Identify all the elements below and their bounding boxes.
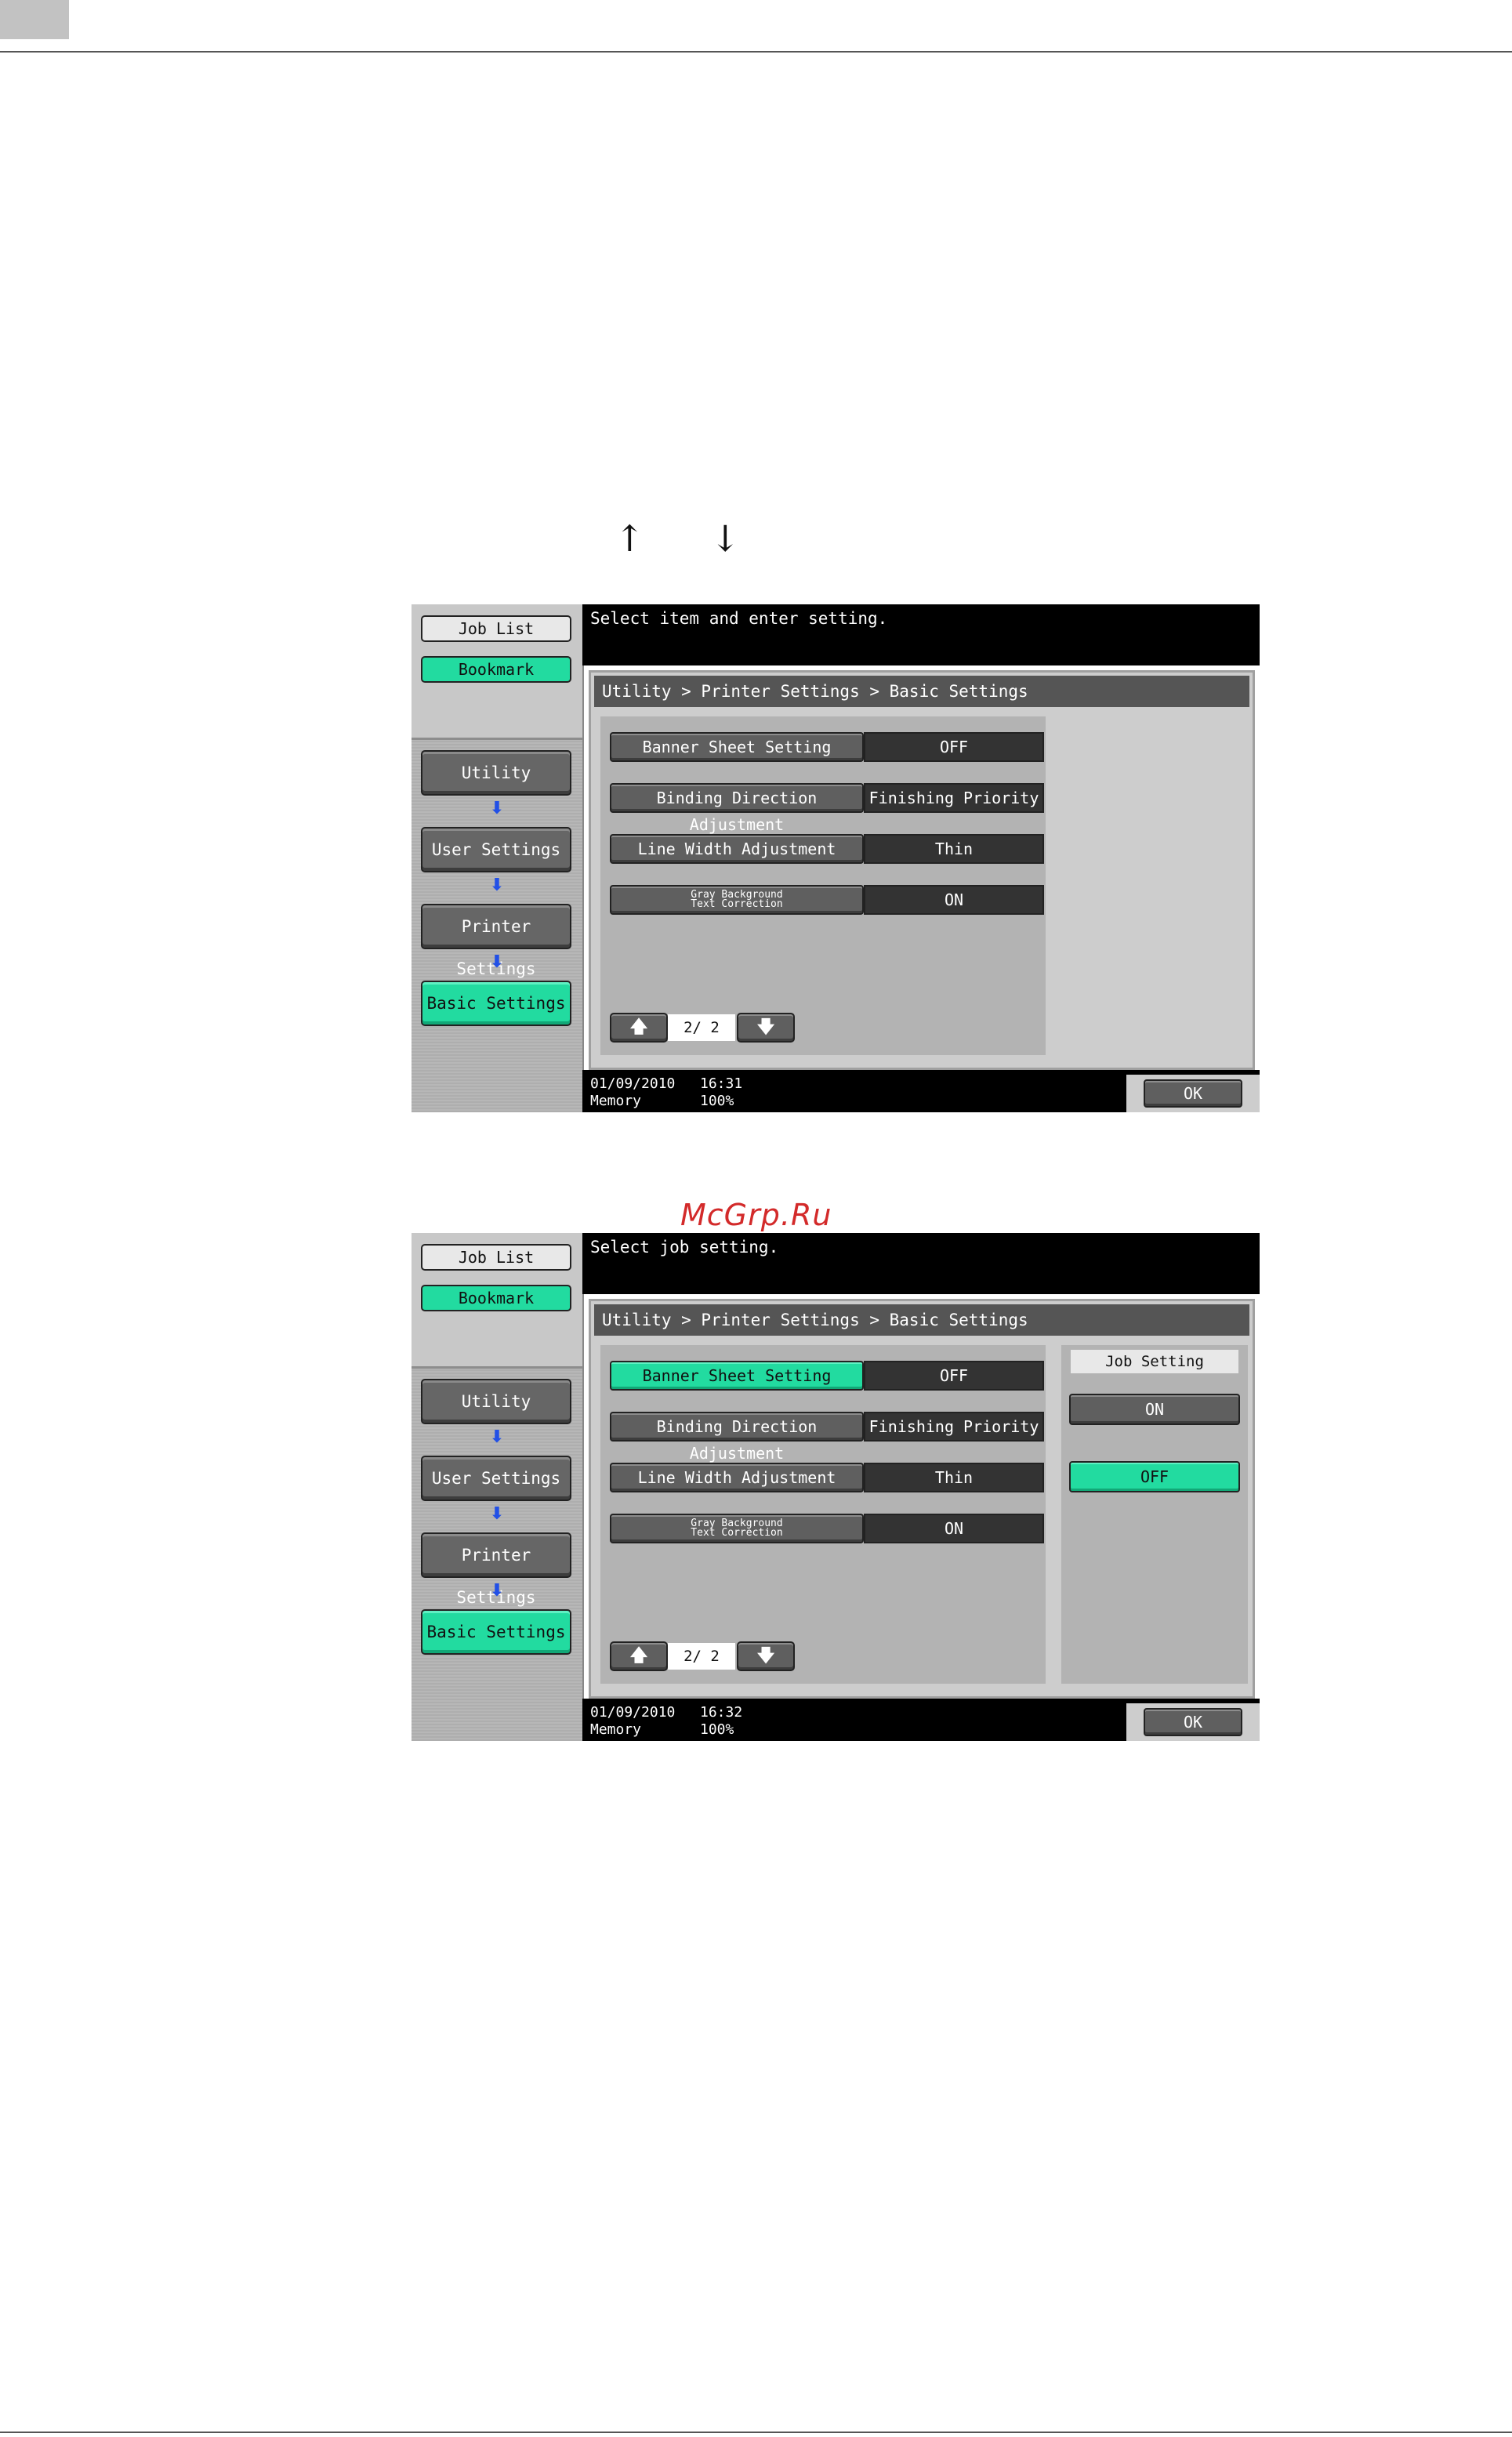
watermark: McGrp.Ru [680,1198,832,1232]
settings-panel: Banner Sheet Setting OFF Binding Directi… [600,716,1046,1055]
basic-settings-button[interactable]: Basic Settings [421,981,571,1026]
arrow-down-icon: ↓ [710,517,741,560]
memory-label: Memory [590,1721,642,1738]
printer-settings-button[interactable]: Printer Settings [421,904,571,978]
gray-background-text-correction-button[interactable]: Gray Background Text Correction [610,1514,864,1543]
banner-sheet-setting-value: OFF [864,732,1044,762]
breadcrumb: Utility > Printer Settings > Basic Setti… [594,676,1249,707]
utility-button[interactable]: Utility [421,1379,571,1424]
control-panel-screen-1: Job List Bookmark Utility ⬇ User Setting… [412,604,1260,1112]
main-panel: Utility > Printer Settings > Basic Setti… [589,1299,1255,1699]
text-correction-label: Text Correction [691,898,783,910]
corner-block [0,0,69,39]
page-count: 2/ 2 [668,1643,735,1670]
job-list-button[interactable]: Job List [421,1244,571,1271]
memory-label: Memory [590,1093,642,1109]
binding-direction-adjustment-button[interactable]: Binding Direction Adjustment [610,1412,864,1463]
page-up-button[interactable]: 🡅 [610,1641,668,1671]
job-setting-panel: Job Setting ON OFF [1061,1345,1248,1684]
bookmark-button[interactable]: Bookmark [421,656,571,683]
job-setting-title: Job Setting [1071,1350,1238,1373]
main-panel: Utility > Printer Settings > Basic Setti… [589,670,1255,1070]
ok-button[interactable]: OK [1144,1708,1242,1736]
status-time: 16:31 [700,1075,743,1092]
flow-arrow-icon: ⬇ [489,1427,505,1447]
bottom-rule [0,2432,1512,2433]
status-date: 01/09/2010 [590,1704,676,1721]
banner-sheet-setting-button[interactable]: Banner Sheet Setting [610,732,864,762]
ok-area: OK [1126,1075,1260,1112]
flow-arrow-icon: ⬇ [489,876,505,895]
memory-value: 100% [700,1721,734,1738]
message-bar: Select job setting. [582,1233,1260,1294]
breadcrumb: Utility > Printer Settings > Basic Setti… [594,1304,1249,1336]
top-rule [0,51,1512,53]
printer-settings-button[interactable]: Printer Settings [421,1532,571,1607]
status-date: 01/09/2010 [590,1075,676,1092]
message-bar: Select item and enter setting. [582,604,1260,665]
page-down-button[interactable]: 🡇 [737,1641,795,1671]
binding-direction-adjustment-value: Finishing Priority [864,1412,1044,1442]
text-correction-label: Text Correction [691,1527,783,1539]
line-width-adjustment-button[interactable]: Line Width Adjustment [610,834,864,864]
utility-button[interactable]: Utility [421,750,571,796]
job-list-button[interactable]: Job List [421,615,571,642]
gray-background-text-correction-button[interactable]: Gray Background Text Correction [610,885,864,915]
flow-arrow-icon: ⬇ [489,1504,505,1524]
gray-background-text-correction-value: ON [864,1514,1044,1543]
binding-direction-adjustment-button[interactable]: Binding Direction Adjustment [610,783,864,834]
status-time: 16:32 [700,1704,743,1721]
banner-sheet-setting-value: OFF [864,1361,1044,1391]
flow-arrow-icon: ⬇ [489,952,505,972]
page-count: 2/ 2 [668,1014,735,1041]
banner-sheet-setting-button[interactable]: Banner Sheet Setting [610,1361,864,1391]
line-width-adjustment-value: Thin [864,834,1044,864]
flow-arrow-icon: ⬇ [489,799,505,818]
arrow-up-icon: ↑ [615,517,645,560]
bookmark-button[interactable]: Bookmark [421,1285,571,1311]
job-setting-off-button[interactable]: OFF [1069,1461,1240,1492]
binding-direction-adjustment-value: Finishing Priority [864,783,1044,813]
memory-value: 100% [700,1093,734,1109]
sidebar: Job List Bookmark Utility ⬇ User Setting… [412,1233,584,1741]
settings-panel: Banner Sheet Setting OFF Binding Directi… [600,1345,1046,1684]
control-panel-screen-2: Job List Bookmark Utility ⬇ User Setting… [412,1233,1260,1741]
ok-area: OK [1126,1703,1260,1741]
line-width-adjustment-button[interactable]: Line Width Adjustment [610,1463,864,1492]
line-width-adjustment-value: Thin [864,1463,1044,1492]
page-up-button[interactable]: 🡅 [610,1013,668,1043]
basic-settings-button[interactable]: Basic Settings [421,1609,571,1655]
sidebar: Job List Bookmark Utility ⬇ User Setting… [412,604,584,1112]
ok-button[interactable]: OK [1144,1079,1242,1108]
user-settings-button[interactable]: User Settings [421,827,571,872]
page-down-button[interactable]: 🡇 [737,1013,795,1043]
user-settings-button[interactable]: User Settings [421,1456,571,1501]
gray-background-text-correction-value: ON [864,885,1044,915]
flow-arrow-icon: ⬇ [489,1581,505,1601]
job-setting-on-button[interactable]: ON [1069,1394,1240,1425]
